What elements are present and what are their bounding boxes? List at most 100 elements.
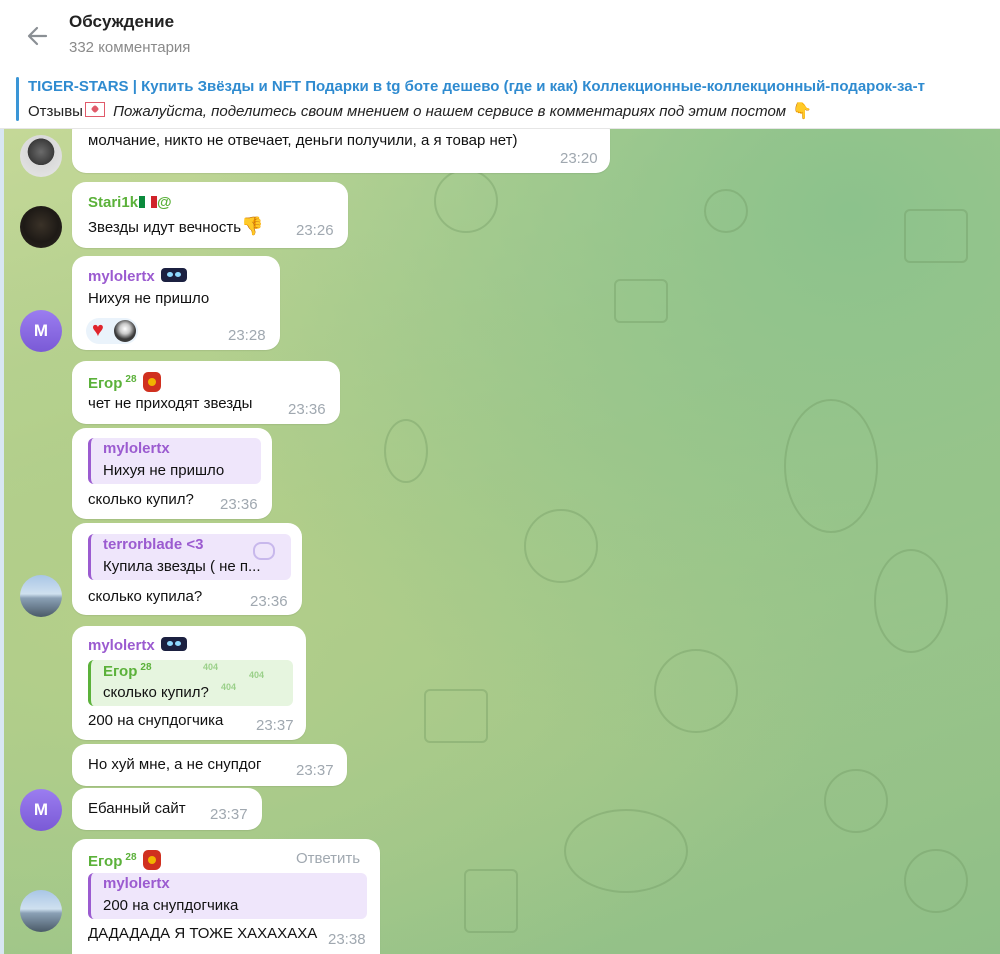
message-text: 200 на снупдогчика <box>88 712 224 729</box>
message-time: 23:36 <box>250 593 288 610</box>
quote-sender: mylolertx <box>103 875 170 892</box>
message-text: ДАДАДАДА Я ТОЖЕ ХАХАХАХА <box>88 925 318 942</box>
quote-sender-text: Егор <box>103 663 138 680</box>
message-bubble[interactable]: Егор 28 Ответить mylolertx 200 на снупдог… <box>72 839 380 954</box>
pointing-down-icon: 👇 <box>792 103 812 120</box>
wallpaper-doodle <box>424 689 488 743</box>
reply-quote[interactable]: mylolertx Нихуя не пришло <box>88 438 261 484</box>
sender-name-text: mylolertx <box>88 637 155 654</box>
message-time: 23:36 <box>220 496 258 513</box>
message-time: 23:37 <box>296 762 334 779</box>
wallpaper-doodle <box>384 419 428 483</box>
reply-button[interactable]: Ответить <box>296 850 360 867</box>
sender-name[interactable]: Егор 28 <box>88 372 161 392</box>
heart-icon: ♥ <box>92 319 104 341</box>
quote-text: Купила звезды ( не п... <box>103 558 261 575</box>
page-title: Обсуждение <box>69 12 175 31</box>
message-time: 23:36 <box>288 401 326 418</box>
message-time: 23:38 <box>328 931 366 948</box>
quote-text: 200 на снупдогчика <box>103 897 239 914</box>
message-bubble[interactable]: Stari1k @ Звезды идут вечность👎 23:26 <box>72 182 348 248</box>
sender-name[interactable]: Stari1k @ <box>88 194 172 211</box>
back-arrow-icon[interactable] <box>24 22 52 50</box>
message-text-content: Звезды идут вечность <box>88 219 242 236</box>
message-time: 23:26 <box>296 222 334 239</box>
pinned-post[interactable]: TIGER-STARS | Купить Звёзды и NFT Подарк… <box>0 70 1000 129</box>
message-bubble[interactable]: Егор 28 чет не приходят звезды 23:36 <box>72 361 340 424</box>
wallpaper-doodle <box>824 769 888 833</box>
wallpaper-doodle <box>464 869 518 933</box>
wallpaper-doodle <box>654 649 738 733</box>
emoji-status-icon <box>142 850 161 870</box>
avatar[interactable]: M <box>20 789 62 831</box>
wallpaper-doodle <box>614 279 668 323</box>
message-text: чет не приходят звезды <box>88 395 253 412</box>
pinned-post-title[interactable]: TIGER-STARS | Купить Звёзды и NFT Подарк… <box>28 78 1000 95</box>
quote-sender: mylolertx <box>103 440 170 457</box>
wallpaper-doodle <box>524 509 598 583</box>
sender-name[interactable]: mylolertx <box>88 268 187 285</box>
sender-level: 28 <box>125 374 137 385</box>
pinned-post-text: Отзывы Пожалуйста, поделитесь своим мнен… <box>28 101 1000 121</box>
sender-name-text: Stari1k <box>88 194 139 211</box>
quote-sender: Егор 28 <box>103 662 152 680</box>
sender-name-text: Егор <box>88 375 123 392</box>
avatar[interactable] <box>20 575 62 617</box>
sender-name-text: Егор <box>88 853 123 870</box>
message-time: 23:37 <box>256 717 294 734</box>
message-text: сколько купил? <box>88 491 194 508</box>
emoji-status-icon <box>160 637 187 651</box>
sender-suffix: @ <box>157 194 172 211</box>
comment-count: 332 комментария <box>69 39 191 56</box>
message-bubble[interactable]: terrorblade <3 Купила звезды ( не п... с… <box>72 523 302 615</box>
wallpaper-doodle <box>704 189 748 233</box>
sender-name-text: mylolertx <box>88 268 155 285</box>
message-bubble[interactable]: молчание, никто не отвечает, деньги полу… <box>72 129 610 173</box>
pinned-prefix: Отзывы <box>28 103 83 120</box>
message-list[interactable]: молчание, никто не отвечает, деньги полу… <box>4 129 1000 954</box>
reactor-avatar <box>114 320 136 342</box>
pinned-body: Пожалуйста, поделитесь своим мнением о н… <box>113 103 787 120</box>
message-bubble[interactable]: mylolertx 404 404 404 Егор 28 сколько куп… <box>72 626 306 740</box>
wallpaper-doodle <box>904 209 968 263</box>
sender-name[interactable]: mylolertx <box>88 637 187 654</box>
avatar[interactable]: M <box>20 310 62 352</box>
quote-sender: terrorblade <3 <box>103 536 204 553</box>
reply-quote[interactable]: 404 404 404 Егор 28 сколько купил? <box>88 660 293 706</box>
message-time: 23:20 <box>560 150 598 167</box>
sender-level: 28 <box>125 852 137 863</box>
message-bubble[interactable]: Но хуй мне, а не снупдог 23:37 <box>72 744 347 786</box>
pinned-accent-bar <box>16 77 19 121</box>
reaction-heart[interactable]: ♥ <box>86 318 138 344</box>
message-text: Звезды идут вечность👎 <box>88 216 263 237</box>
chat-header: Обсуждение 332 комментария <box>0 0 1000 71</box>
avatar[interactable] <box>20 135 62 177</box>
mexico-flag-icon <box>139 196 158 208</box>
wallpaper-doodle <box>564 809 688 893</box>
wallpaper-doodle <box>874 549 948 653</box>
quote-pattern-text: 404 <box>203 662 219 672</box>
emoji-status-icon <box>142 372 161 392</box>
reply-quote[interactable]: terrorblade <3 Купила звезды ( не п... <box>88 534 291 580</box>
message-bubble[interactable]: mylolertx Нихуя не пришло ♥ 23:28 <box>72 256 280 350</box>
wallpaper-doodle <box>434 169 498 233</box>
love-letter-icon <box>84 102 105 117</box>
avatar[interactable] <box>20 890 62 932</box>
message-text: молчание, никто не отвечает, деньги полу… <box>88 132 518 149</box>
wallpaper-doodle <box>904 849 968 913</box>
message-text: сколько купила? <box>88 588 203 605</box>
message-text: Но хуй мне, а не снупдог <box>88 756 262 773</box>
sender-name[interactable]: Егор 28 <box>88 850 161 870</box>
emoji-status-icon <box>160 268 187 282</box>
message-time: 23:37 <box>210 806 248 823</box>
reply-quote[interactable]: mylolertx 200 на снупдогчика <box>88 873 367 919</box>
message-bubble[interactable]: mylolertx Нихуя не пришло сколько купил?… <box>72 428 272 519</box>
avatar[interactable] <box>20 206 62 248</box>
wallpaper-doodle <box>784 399 878 533</box>
quote-text: сколько купил? <box>103 684 209 701</box>
quote-text: Нихуя не пришло <box>103 462 225 479</box>
message-time: 23:28 <box>228 327 266 344</box>
message-text: Ебанный сайт <box>88 800 186 817</box>
message-bubble[interactable]: Ебанный сайт 23:37 <box>72 788 262 830</box>
thumbs-down-icon: 👎 <box>241 216 264 236</box>
